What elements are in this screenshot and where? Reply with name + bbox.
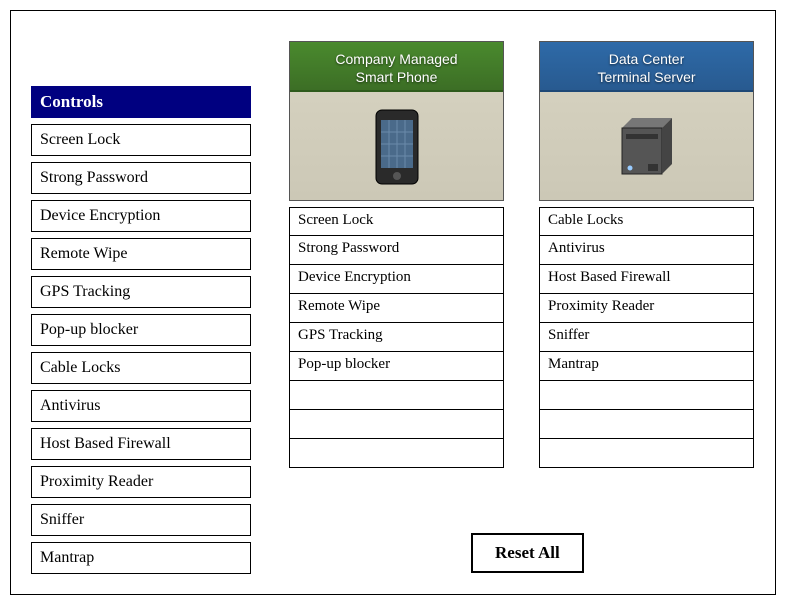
smartphone-icon [374,108,420,186]
control-item[interactable]: Strong Password [31,162,251,194]
server-panel: Data Center Terminal Server Cable Locks … [539,41,754,468]
phone-slot[interactable]: Screen Lock [289,207,504,236]
phone-title-line1: Company Managed [335,51,457,67]
phone-title-line2: Smart Phone [356,69,438,85]
phone-slot[interactable]: Strong Password [289,236,504,265]
control-item[interactable]: Screen Lock [31,124,251,156]
phone-slot[interactable]: Remote Wipe [289,294,504,323]
server-slot[interactable]: Host Based Firewall [539,265,754,294]
control-item[interactable]: Pop-up blocker [31,314,251,346]
control-item[interactable]: Cable Locks [31,352,251,384]
control-item[interactable]: Device Encryption [31,200,251,232]
control-item[interactable]: Remote Wipe [31,238,251,270]
controls-panel: Controls Screen Lock Strong Password Dev… [31,86,251,574]
server-slot[interactable]: Cable Locks [539,207,754,236]
phone-panel: Company Managed Smart Phone Screen Lock … [289,41,504,468]
server-icon [612,108,682,180]
phone-slot[interactable]: Pop-up blocker [289,352,504,381]
server-title-line2: Terminal Server [597,69,695,85]
reset-all-button[interactable]: Reset All [471,533,584,573]
phone-slot[interactable] [289,381,504,410]
control-item[interactable]: Sniffer [31,504,251,536]
server-slot[interactable]: Mantrap [539,352,754,381]
phone-header: Company Managed Smart Phone [289,41,504,201]
server-header: Data Center Terminal Server [539,41,754,201]
server-slot[interactable] [539,410,754,439]
control-item[interactable]: Antivirus [31,390,251,422]
phone-slot[interactable]: GPS Tracking [289,323,504,352]
phone-slot[interactable] [289,439,504,468]
control-item[interactable]: GPS Tracking [31,276,251,308]
phone-title: Company Managed Smart Phone [290,42,503,92]
server-title-line1: Data Center [609,51,684,67]
server-slot[interactable]: Proximity Reader [539,294,754,323]
server-slot[interactable] [539,381,754,410]
server-slot[interactable] [539,439,754,468]
server-slot[interactable]: Antivirus [539,236,754,265]
phone-slot[interactable] [289,410,504,439]
control-item[interactable]: Proximity Reader [31,466,251,498]
controls-header: Controls [31,86,251,118]
server-title: Data Center Terminal Server [540,42,753,92]
server-slot[interactable]: Sniffer [539,323,754,352]
control-item[interactable]: Host Based Firewall [31,428,251,460]
exercise-frame: Controls Screen Lock Strong Password Dev… [10,10,776,595]
phone-slot[interactable]: Device Encryption [289,265,504,294]
phone-drop-list[interactable]: Screen Lock Strong Password Device Encry… [289,207,504,468]
control-item[interactable]: Mantrap [31,542,251,574]
server-drop-list[interactable]: Cable Locks Antivirus Host Based Firewal… [539,207,754,468]
